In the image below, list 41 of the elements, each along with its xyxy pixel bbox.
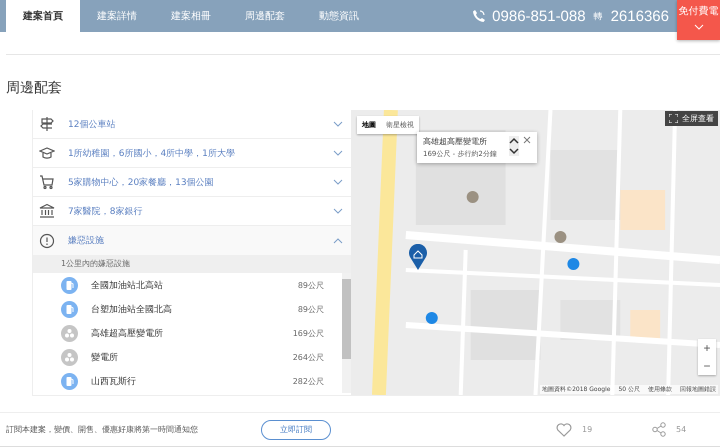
- share-count: 54: [676, 425, 688, 434]
- chevron-down-icon: [333, 121, 343, 127]
- zoom-in-button[interactable]: +: [698, 339, 716, 357]
- subscribe-text: 訂閱本建案，變價、開售、優惠好康將第一時間通知您: [6, 424, 199, 435]
- chevron-up-icon: [333, 238, 343, 244]
- fuel-pump-icon: [61, 372, 78, 390]
- shop-icon: [39, 174, 55, 190]
- facility-row[interactable]: 高雄超高壓變電所 169公尺: [33, 321, 342, 345]
- fuel-pump-icon: [61, 276, 78, 294]
- fuel-pump-icon: [61, 300, 78, 318]
- extension-label: 轉: [594, 10, 603, 22]
- nav-tab[interactable]: 建案首頁: [6, 0, 80, 32]
- phone-icon: [472, 9, 486, 23]
- popup-title: 高雄超高壓變電所: [423, 136, 488, 147]
- scrollbar[interactable]: [342, 273, 351, 393]
- facility-row[interactable]: 全國加油站北高站 89公尺: [33, 273, 342, 297]
- category-row[interactable]: 嫌惡設施: [33, 226, 351, 255]
- like-count: 19: [582, 425, 594, 434]
- zoom-out-button[interactable]: −: [698, 357, 716, 375]
- facility-row[interactable]: 山西瓦斯行 282公尺: [33, 369, 342, 393]
- phone-number: 0986-851-088: [492, 8, 586, 24]
- chevron-down-icon: [333, 208, 343, 214]
- bank-icon: [39, 203, 55, 219]
- share-icon[interactable]: [652, 422, 666, 437]
- subsection-header: 1公里內的嫌惡設施: [33, 255, 351, 273]
- chevron-down-icon: [333, 179, 343, 185]
- subscribe-button[interactable]: 立即訂閱: [261, 420, 331, 440]
- facility-row[interactable]: 變電所 264公尺: [33, 345, 342, 369]
- fullscreen-button[interactable]: 全屏查看: [665, 111, 718, 126]
- section-title: 周邊配套: [5, 79, 63, 98]
- fullscreen-icon: [669, 114, 678, 123]
- heart-icon[interactable]: [556, 422, 572, 436]
- up-down-arrows-icon[interactable]: [509, 136, 519, 156]
- chevron-down-icon: [694, 24, 704, 30]
- chevron-down-icon: [333, 150, 343, 156]
- close-icon[interactable]: [523, 136, 531, 144]
- home-pin-icon: [409, 244, 427, 270]
- alert-icon: [39, 232, 55, 248]
- facility-row[interactable]: 台塑加油站全國北高 89公尺: [33, 297, 342, 321]
- school-icon: [39, 145, 55, 161]
- extension-number: 2616366: [610, 8, 669, 24]
